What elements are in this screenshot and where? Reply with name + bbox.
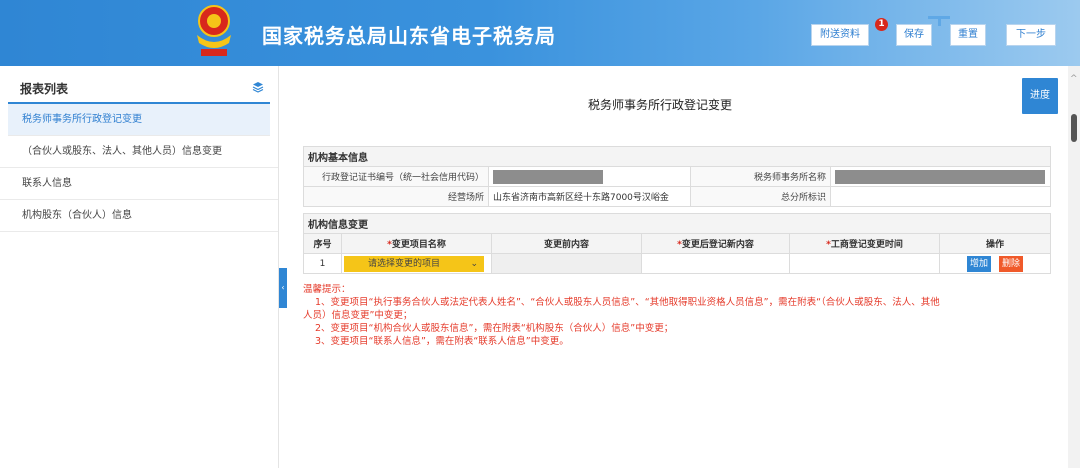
reset-button[interactable]: 重置 — [950, 24, 986, 46]
save-button[interactable]: 保存 — [896, 24, 932, 46]
col-seq: 序号 — [303, 233, 342, 254]
add-row-button[interactable]: 增加 — [967, 255, 991, 272]
layers-icon[interactable] — [252, 81, 264, 93]
row-actions: 增加 删除 — [939, 253, 1051, 274]
address-value: 山东省济南市高新区经十东路7000号汉峪金 — [488, 186, 691, 207]
after-content-input[interactable] — [641, 253, 790, 274]
sidebar-item-admin-change[interactable]: 税务师事务所行政登记变更 — [8, 104, 270, 136]
header-decoration-stem — [938, 16, 941, 26]
firm-name-value — [830, 166, 1051, 187]
progress-button[interactable]: 进度 — [1022, 78, 1058, 114]
reg-no-label: 行政登记证书编号（统一社会信用代码） — [303, 166, 489, 187]
col-item: *变更项目名称 — [341, 233, 492, 254]
sidebar-item-shareholders[interactable]: 机构股东（合伙人）信息 — [0, 200, 278, 232]
tip-line-2: 2、变更项目“机构合伙人或股东信息”，需在附表“机构股东（合伙人）信息”中变更； — [315, 323, 674, 334]
col-before: 变更前内容 — [491, 233, 642, 254]
basic-info-section-title: 机构基本信息 — [303, 146, 1051, 167]
attach-count-badge: 1 — [875, 18, 888, 31]
chevron-down-icon: ⌄ — [470, 258, 478, 269]
redacted-block — [493, 169, 603, 184]
next-step-button[interactable]: 下一步 — [1006, 24, 1056, 46]
main-content: 税务师事务所行政登记变更 进度 机构基本信息 行政登记证书编号（统一社会信用代码… — [288, 66, 1066, 468]
tip-line-1-cont: 人员）信息变更”中变更； — [303, 310, 413, 321]
top-header: 国家税务总局山东省电子税务局 附送资料 1 保存 重置 下一步 — [0, 0, 1080, 66]
sidebar-collapse-handle[interactable]: ‹ — [279, 268, 287, 308]
col-after: *变更后登记新内容 — [641, 233, 790, 254]
attach-materials-button[interactable]: 附送资料 — [811, 24, 869, 46]
delete-row-button[interactable]: 删除 — [999, 255, 1023, 272]
sidebar-item-contacts[interactable]: 联系人信息 — [0, 168, 278, 200]
scroll-thumb[interactable] — [1071, 114, 1077, 142]
registration-date-input[interactable] — [789, 253, 940, 274]
item-select-cell: 请选择变更的项目 ⌄ — [341, 253, 492, 274]
sidebar-item-person-change[interactable]: （合伙人或股东、法人、其他人员）信息变更 — [0, 136, 278, 168]
before-content-field — [491, 253, 642, 274]
firm-name-label: 税务师事务所名称 — [690, 166, 831, 187]
tip-line-3: 3、变更项目“联系人信息”，需在附表“联系人信息”中变更。 — [315, 336, 569, 347]
page-scrollbar[interactable]: ^ — [1068, 66, 1080, 468]
change-item-select[interactable]: 请选择变更的项目 ⌄ — [344, 255, 484, 272]
change-info-table: 机构信息变更 序号 *变更项目名称 变更前内容 *变更后登记新内容 *工商登记变… — [303, 213, 1051, 274]
report-list-sidebar: 报表列表 税务师事务所行政登记变更 （合伙人或股东、法人、其他人员）信息变更 联… — [0, 66, 279, 468]
tip-line-1: 1、变更项目“执行事务合伙人或法定代表人姓名”、“合伙人或股东人员信息”、“其他… — [315, 297, 940, 308]
address-label: 经营场所 — [303, 186, 489, 207]
form-title: 税务师事务所行政登记变更 — [588, 98, 733, 112]
site-title: 国家税务总局山东省电子税务局 — [262, 24, 556, 48]
col-ops: 操作 — [939, 233, 1051, 254]
reg-no-value — [488, 166, 691, 187]
change-section-title: 机构信息变更 — [303, 213, 1051, 234]
branch-flag-value — [830, 186, 1051, 207]
sidebar-header: 报表列表 — [8, 66, 270, 104]
col-time: *工商登记变更时间 — [789, 233, 940, 254]
row-seq: 1 — [303, 253, 342, 274]
redacted-block — [835, 169, 1045, 184]
tax-emblem-icon — [197, 5, 231, 56]
tips-panel: 温馨提示： 1、变更项目“执行事务合伙人或法定代表人姓名”、“合伙人或股东人员信… — [303, 283, 1053, 348]
scroll-up-icon[interactable]: ^ — [1070, 74, 1078, 84]
basic-info-table: 机构基本信息 行政登记证书编号（统一社会信用代码） 税务师事务所名称 经营场所 … — [303, 146, 1051, 207]
tips-title: 温馨提示： — [303, 284, 351, 295]
table-row: 1 请选择变更的项目 ⌄ 增加 删除 — [303, 253, 1051, 274]
sidebar-title: 报表列表 — [20, 82, 69, 96]
branch-flag-label: 总分所标识 — [690, 186, 831, 207]
